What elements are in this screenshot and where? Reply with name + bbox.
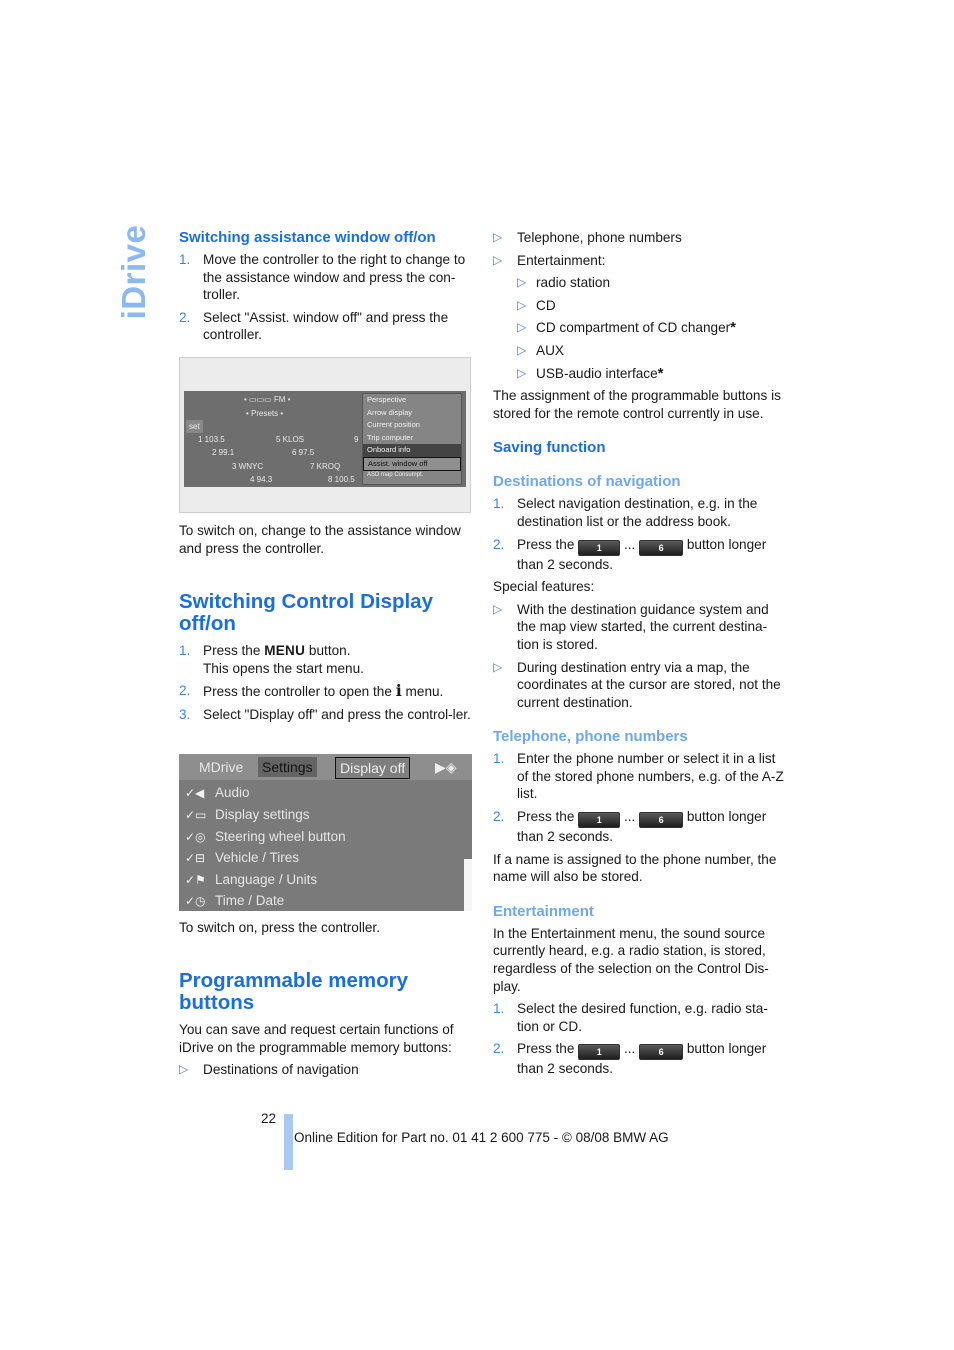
optional-equipment-star: * xyxy=(730,319,737,337)
bullet-triangle-icon: ▷ xyxy=(179,1062,189,1077)
assignment-note: The assignment of the programmable butto… xyxy=(493,388,781,421)
menu-item-onboard-info[interactable]: Onboard info xyxy=(363,444,461,457)
assist-step: 2. Select "Assist. window off" and press… xyxy=(179,309,449,343)
bullet-triangle-icon: ▷ xyxy=(493,601,503,616)
phone-heading: Telephone, phone numbers xyxy=(493,728,688,746)
display-off-button[interactable]: Display off xyxy=(335,757,411,779)
nav-heading: Destinations of navigation xyxy=(493,473,681,491)
settings-menu-screenshot: MDrive Settings Display off ▶◈ ✓◀ Audio ✓… xyxy=(179,754,472,911)
bullet-triangle-icon: ▷ xyxy=(517,320,527,335)
assist-window-heading: Switching assistance window off/on xyxy=(179,229,436,246)
phone-step: 1. Enter the phone number or select it i… xyxy=(493,751,784,802)
menu-item-perspective[interactable]: Perspective xyxy=(363,394,461,407)
menu-item-trip-computer[interactable]: Trip computer xyxy=(363,432,461,445)
station-row: 4 94.3 8 100.5 xyxy=(250,475,355,484)
set-label: set xyxy=(186,420,203,433)
footer-accent-bar xyxy=(284,1114,293,1170)
entertainment-step: 2. Press the 1 ... 6 button longer than … xyxy=(493,1041,767,1077)
display-icon: ✓▭ xyxy=(185,808,207,822)
menu-button-glyph: MENU xyxy=(264,643,306,658)
list-item: ▷ Entertainment: xyxy=(493,252,606,268)
memory-button-1-icon: 1 xyxy=(578,812,621,829)
entertainment-step: 1. Select the desired function, e.g. rad… xyxy=(493,1001,768,1034)
bullet-triangle-icon: ▷ xyxy=(517,342,527,357)
left-column: Switching assistance window off/on 1. Mo… xyxy=(179,229,471,349)
vehicle-icon: ✓⊟ xyxy=(185,851,206,865)
presets-label: • Presets • xyxy=(246,409,284,418)
assist-step: 1. Move the controller to the right to c… xyxy=(179,252,466,303)
list-item: ▷ Destinations of navigation xyxy=(179,1062,359,1078)
menu-item-assist-window-off[interactable]: Assist. window off xyxy=(363,456,461,471)
audio-icon: ✓◀ xyxy=(185,786,205,800)
language-icon: ✓⚑ xyxy=(185,873,206,887)
settings-item-vehicle[interactable]: ✓⊟ Vehicle / Tires xyxy=(185,847,299,868)
controller-arrow-icon: ▶◈ xyxy=(435,759,457,775)
bullet-triangle-icon: ▷ xyxy=(493,659,503,674)
settings-tab-bar: MDrive Settings Display off ▶◈ xyxy=(179,754,472,780)
settings-item-steering-wheel[interactable]: ✓◎ Steering wheel button xyxy=(185,826,346,847)
memory-button-1-icon: 1 xyxy=(578,539,621,556)
list-item: ▷ During destination entry via a map, th… xyxy=(493,659,781,710)
list-item: ▷ With the destination guidance system a… xyxy=(493,601,769,652)
list-item: ▷ Telephone, phone numbers xyxy=(493,230,682,245)
display-step: 1. Press the MENU button. This opens the… xyxy=(179,643,364,676)
programmable-intro: You can save and request certain functio… xyxy=(179,1022,454,1055)
sub-list-item: ▷ USB-audio interface* xyxy=(517,364,664,382)
settings-item-audio[interactable]: ✓◀ Audio xyxy=(185,782,250,803)
display-caption: To switch on, press the controller. xyxy=(179,920,380,935)
special-features-label: Special features: xyxy=(493,579,595,595)
assistance-menu: Perspective Arrow display Current positi… xyxy=(362,393,462,485)
sub-list-item: ▷ radio station xyxy=(517,275,611,291)
settings-item-time[interactable]: ✓◷ Time / Date xyxy=(185,890,284,911)
steering-wheel-icon: ✓◎ xyxy=(185,830,206,844)
station-row: 1 103.5 5 KLOS 9 xyxy=(198,435,359,444)
section-side-tab-label: iDrive xyxy=(115,224,152,320)
nav-step: 2. Press the 1 ... 6 button longer than … xyxy=(493,536,767,572)
display-section: Switching Control Display off/on 1. Pres… xyxy=(179,591,471,728)
menu-item-arrow-display[interactable]: Arrow display xyxy=(363,407,461,420)
sub-list-item: ▷ CD compartment of CD changer* xyxy=(517,319,737,337)
page-number: 22 xyxy=(261,1111,277,1126)
memory-button-6-icon: 6 xyxy=(639,1044,684,1061)
settings-item-display[interactable]: ✓▭ Display settings xyxy=(185,804,310,825)
display-step: 3. Select "Display off" and press the co… xyxy=(179,706,471,722)
section-side-tab: iDrive xyxy=(112,224,156,320)
bullet-triangle-icon: ▷ xyxy=(517,275,527,290)
menu-item-current-position[interactable]: Current position xyxy=(363,419,461,432)
band-label: • ▭▭▭ FM • xyxy=(244,395,291,404)
nav-step: 1. Select navigation destination, e.g. i… xyxy=(493,496,758,529)
bullet-triangle-icon: ▷ xyxy=(517,365,527,380)
assist-caption: To switch on, change to the assistance w… xyxy=(179,523,461,556)
edition-footer: Online Edition for Part no. 01 41 2 600 … xyxy=(294,1130,669,1145)
station-row: 2 99.1 6 97.5 xyxy=(212,448,315,457)
programmable-section: Programmable memory buttons You can save… xyxy=(179,970,471,1084)
display-step: 2. Press the controller to open the i me… xyxy=(179,681,444,701)
entertainment-heading: Entertainment xyxy=(493,902,594,920)
image-watermark xyxy=(464,859,472,911)
tab-mdrive[interactable]: MDrive xyxy=(195,757,247,777)
menu-footer: ASD map Consumpt. xyxy=(367,472,424,478)
programmable-heading: Programmable memory buttons xyxy=(179,969,409,1014)
saving-function-heading: Saving function xyxy=(493,439,606,457)
assistance-window-screenshot: • ▭▭▭ FM • • Presets • set 1 103.5 5 KLO… xyxy=(179,357,471,513)
radio-screen: • ▭▭▭ FM • • Presets • set 1 103.5 5 KLO… xyxy=(184,391,466,487)
sub-list-item: ▷ CD xyxy=(517,297,556,313)
memory-button-1-icon: 1 xyxy=(578,1044,621,1061)
memory-button-6-icon: 6 xyxy=(639,539,684,556)
clock-icon: ✓◷ xyxy=(185,894,206,908)
display-heading: Switching Control Display off/on xyxy=(179,590,433,635)
entertainment-intro: In the Entertainment menu, the sound sou… xyxy=(493,925,769,994)
memory-button-6-icon: 6 xyxy=(639,812,684,829)
right-column: ▷ Telephone, phone numbers ▷ Entertainme… xyxy=(493,229,785,1083)
settings-item-language[interactable]: ✓⚑ Language / Units xyxy=(185,869,317,890)
tab-settings[interactable]: Settings xyxy=(258,757,317,777)
phone-step: 2. Press the 1 ... 6 button longer than … xyxy=(493,809,767,845)
bullet-triangle-icon: ▷ xyxy=(493,252,503,267)
station-row: 3 WNYC 7 KROQ xyxy=(232,462,341,471)
optional-equipment-star: * xyxy=(657,364,664,382)
phone-note: If a name is assigned to the phone numbe… xyxy=(493,851,777,885)
bullet-triangle-icon: ▷ xyxy=(493,230,503,244)
sub-list-item: ▷ AUX xyxy=(517,342,564,358)
bullet-triangle-icon: ▷ xyxy=(517,297,527,312)
